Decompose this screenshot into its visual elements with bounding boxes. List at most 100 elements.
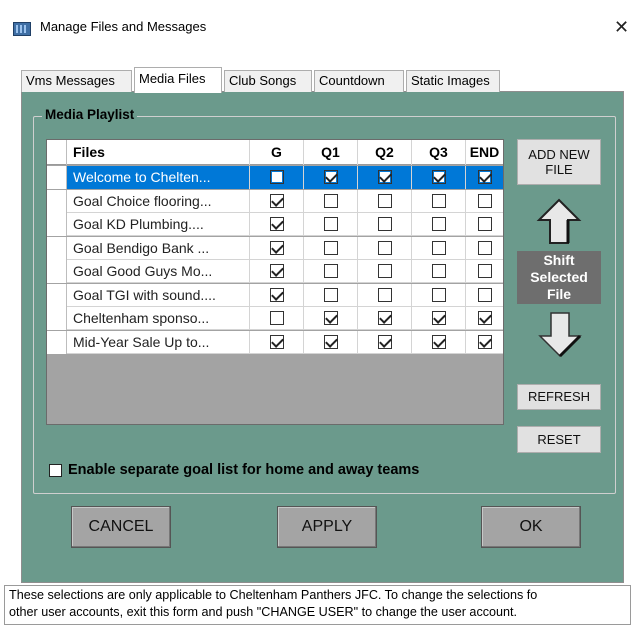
checkbox-q3[interactable] (432, 287, 446, 302)
checkbox-end[interactable] (478, 334, 492, 349)
row-header[interactable] (47, 330, 67, 354)
checkbox-end[interactable] (478, 311, 492, 325)
checkbox-q3[interactable] (432, 240, 446, 255)
cancel-button[interactable]: CANCEL (71, 506, 171, 548)
table-row[interactable]: Welcome to Chelten... (47, 166, 503, 189)
file-name-cell[interactable]: Goal KD Plumbing.... (67, 213, 250, 236)
checkbox-g[interactable] (270, 193, 284, 208)
media-playlist-grid[interactable]: Files G Q1 Q2 Q3 END Welcome to Chelten.… (46, 139, 504, 425)
cell-q3 (412, 260, 466, 283)
table-row[interactable]: Goal Good Guys Mo... (47, 260, 503, 283)
tab-media-files[interactable]: Media Files (134, 67, 222, 93)
table-row[interactable]: Cheltenham sponso... (47, 307, 503, 330)
tab-vms-messages[interactable]: Vms Messages (21, 70, 132, 92)
file-name-cell[interactable]: Goal TGI with sound.... (67, 283, 250, 307)
checkbox-end[interactable] (478, 264, 492, 278)
tab-club-songs[interactable]: Club Songs (224, 70, 312, 92)
checkbox-q2[interactable] (378, 193, 392, 208)
checkbox-q3[interactable] (432, 311, 446, 325)
cell-q3 (412, 330, 466, 354)
checkbox-end[interactable] (478, 193, 492, 208)
table-row[interactable]: Goal TGI with sound.... (47, 283, 503, 307)
cell-g (250, 213, 304, 236)
column-header-q1[interactable]: Q1 (304, 140, 358, 165)
column-header-g[interactable]: G (250, 140, 304, 165)
checkbox-g[interactable] (270, 240, 284, 255)
file-name-cell[interactable]: Mid-Year Sale Up to... (67, 330, 250, 354)
checkbox-q2[interactable] (378, 217, 392, 231)
reset-button[interactable]: RESET (517, 426, 601, 453)
row-header[interactable] (47, 307, 67, 330)
cancel-label: CANCEL (88, 518, 154, 535)
cell-q2 (358, 307, 412, 330)
checkbox-q1[interactable] (324, 311, 338, 325)
apply-label: APPLY (301, 518, 353, 535)
table-row[interactable]: Goal Choice flooring... (47, 189, 503, 213)
checkbox-q2[interactable] (378, 264, 392, 278)
cell-end (466, 307, 503, 330)
checkbox-end[interactable] (478, 217, 492, 231)
table-row[interactable]: Goal KD Plumbing.... (47, 213, 503, 236)
table-row[interactable]: Mid-Year Sale Up to... (47, 330, 503, 354)
ok-button[interactable]: OK (481, 506, 581, 548)
checkbox-g[interactable] (270, 170, 284, 184)
checkbox-g[interactable] (270, 287, 284, 302)
row-header[interactable] (47, 283, 67, 307)
checkbox-q1[interactable] (324, 193, 338, 208)
checkbox-q3[interactable] (432, 264, 446, 278)
checkbox-q2[interactable] (378, 240, 392, 255)
file-name-cell[interactable]: Goal Choice flooring... (67, 189, 250, 213)
checkbox-g[interactable] (270, 217, 284, 231)
row-header[interactable] (47, 213, 67, 236)
row-header[interactable] (47, 260, 67, 283)
cell-g (250, 166, 304, 189)
checkbox-end[interactable] (478, 240, 492, 255)
add-new-file-button[interactable]: ADD NEW FILE (517, 139, 601, 185)
checkbox-q3[interactable] (432, 193, 446, 208)
checkbox-q1[interactable] (324, 287, 338, 302)
checkbox-q2[interactable] (378, 287, 392, 302)
tab-static-images[interactable]: Static Images (406, 70, 500, 92)
checkbox-g[interactable] (270, 311, 284, 325)
file-name-cell[interactable]: Cheltenham sponso... (67, 307, 250, 330)
row-header[interactable] (47, 166, 67, 189)
file-name-cell[interactable]: Goal Good Guys Mo... (67, 260, 250, 283)
checkbox-q1[interactable] (324, 240, 338, 255)
checkbox-q2[interactable] (378, 170, 392, 184)
separate-goal-list-checkbox[interactable] (49, 464, 62, 477)
checkbox-g[interactable] (270, 334, 284, 349)
column-header-files[interactable]: Files (67, 140, 250, 165)
shift-label-line1: Shift (543, 252, 575, 268)
column-header-end[interactable]: END (466, 140, 503, 165)
row-header[interactable] (47, 189, 67, 213)
refresh-button[interactable]: REFRESH (517, 384, 601, 410)
cell-end (466, 166, 503, 189)
column-header-q3[interactable]: Q3 (412, 140, 466, 165)
checkbox-q3[interactable] (432, 217, 446, 231)
arrow-down-icon[interactable] (537, 311, 583, 359)
file-name-cell[interactable]: Welcome to Chelten... (67, 166, 250, 189)
checkbox-q3[interactable] (432, 334, 446, 349)
checkbox-g[interactable] (270, 264, 284, 278)
checkbox-q1[interactable] (324, 217, 338, 231)
file-name-cell[interactable]: Goal Bendigo Bank ... (67, 236, 250, 260)
table-row[interactable]: Goal Bendigo Bank ... (47, 236, 503, 260)
cell-g (250, 283, 304, 307)
tab-countdown[interactable]: Countdown (314, 70, 404, 92)
checkbox-q3[interactable] (432, 170, 446, 184)
checkbox-q1[interactable] (324, 264, 338, 278)
refresh-label: REFRESH (527, 389, 591, 404)
checkbox-q2[interactable] (378, 311, 392, 325)
arrow-up-icon[interactable] (536, 197, 582, 245)
cell-q1 (304, 330, 358, 354)
column-header-q2[interactable]: Q2 (358, 140, 412, 165)
checkbox-q1[interactable] (324, 170, 338, 184)
checkbox-end[interactable] (478, 170, 492, 184)
checkbox-q2[interactable] (378, 334, 392, 349)
row-header[interactable] (47, 236, 67, 260)
checkbox-q1[interactable] (324, 334, 338, 349)
close-icon[interactable]: ✕ (614, 17, 629, 38)
checkbox-end[interactable] (478, 287, 492, 302)
apply-button[interactable]: APPLY (277, 506, 377, 548)
cell-q1 (304, 307, 358, 330)
